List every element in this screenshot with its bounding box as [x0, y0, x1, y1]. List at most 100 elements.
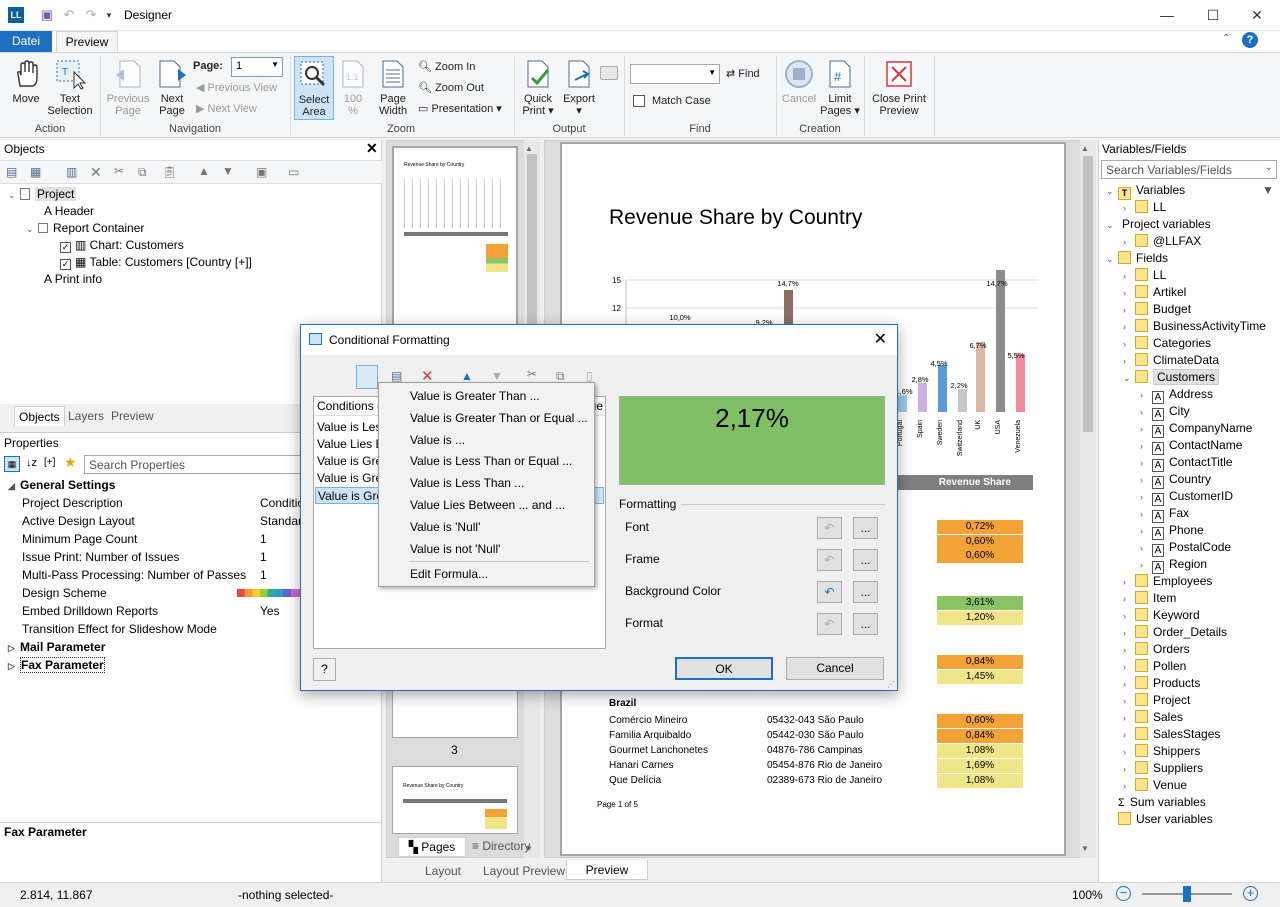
tree-item-chart-customers[interactable]: ✓ ▥ Chart: Customers	[60, 237, 184, 254]
cut-icon[interactable]: ✂	[527, 367, 537, 381]
zoom-out-icon[interactable]: −	[1116, 886, 1131, 901]
minimize-button[interactable]: —	[1144, 0, 1190, 31]
reset-format-button[interactable]: ↶	[817, 517, 842, 539]
edit-format-button[interactable]: ...	[853, 517, 878, 539]
printer-icon[interactable]	[600, 66, 618, 80]
close-icon[interactable]: ✕	[366, 140, 378, 157]
property-row[interactable]: Project Description Conditional	[22, 494, 320, 512]
page-number-select[interactable]: 1 ▼	[231, 57, 283, 77]
group-general-settings[interactable]: ◢ General Settings	[8, 477, 115, 494]
edit-condition-icon[interactable]: ▤	[391, 369, 402, 383]
scroll-thumb[interactable]	[527, 154, 537, 330]
export-button[interactable]: Export ▾	[561, 58, 597, 117]
previous-page-button[interactable]: Previous Page	[104, 58, 152, 117]
insert-object-icon[interactable]: ▦	[30, 165, 41, 179]
ok-button[interactable]: OK	[675, 657, 773, 680]
save-icon[interactable]: ▣	[38, 6, 56, 24]
zoom-in-button[interactable]: 🔍︎ Zoom In	[418, 60, 475, 73]
reset-format-button[interactable]: ↶	[817, 549, 842, 571]
scroll-up-icon[interactable]: ▲	[525, 144, 533, 153]
move-up-icon[interactable]: ▲	[461, 369, 473, 383]
find-button[interactable]: ⇄ Find	[726, 67, 760, 80]
menu-item-condition-type[interactable]: Value is Greater Than ...	[379, 386, 594, 407]
edit-format-button[interactable]: ...	[853, 549, 878, 571]
zoom-out-button[interactable]: 🔍︎ Zoom Out	[418, 81, 484, 94]
variable-tree-item[interactable]: › Orders	[1123, 641, 1190, 658]
tree-item-report-container[interactable]: ⌄ Report Container	[26, 220, 144, 237]
tab-file[interactable]: Datei	[0, 31, 52, 52]
variable-tree-item[interactable]: Σ Sum variables	[1106, 794, 1206, 811]
tab-preview-panel[interactable]: Preview	[111, 408, 154, 424]
new-condition-icon[interactable]	[356, 365, 378, 389]
search-properties-input[interactable]: Search Properties	[84, 455, 304, 474]
redo-icon[interactable]: ↷	[82, 6, 100, 24]
select-area-button[interactable]: Select Area	[294, 56, 334, 120]
variable-tree-item[interactable]: ⌄ Fields	[1106, 250, 1168, 267]
favorites-star-icon[interactable]: ★	[64, 454, 77, 471]
cancel-button[interactable]: Cancel	[786, 657, 884, 680]
find-input[interactable]: ▼	[630, 64, 720, 84]
tab-layout[interactable]: Layout	[410, 861, 476, 881]
variable-tree-item[interactable]: › A PostalCode	[1140, 539, 1231, 557]
next-page-button[interactable]: Next Page	[154, 58, 190, 117]
variable-tree-item[interactable]: › A Phone	[1140, 522, 1204, 540]
variable-tree-item[interactable]: › Suppliers	[1123, 760, 1203, 777]
variable-tree-item[interactable]: › LL	[1123, 199, 1166, 216]
variable-tree-item[interactable]: › A ContactTitle	[1140, 454, 1233, 472]
cut-icon[interactable]: ✂	[114, 164, 124, 178]
variable-tree-item[interactable]: ⌄ T Variables	[1106, 182, 1185, 200]
variable-tree-item[interactable]: › LL	[1123, 267, 1166, 284]
text-selection-button[interactable]: T Text Selection	[46, 58, 94, 117]
variable-tree-item[interactable]: › A Address	[1140, 386, 1213, 404]
move-down-icon[interactable]: ▼	[222, 164, 234, 178]
zoom-slider-thumb[interactable]	[1183, 886, 1191, 902]
reset-format-button[interactable]: ↶	[817, 581, 842, 603]
paste-icon[interactable]: ▯	[586, 369, 593, 383]
help-button[interactable]: ?	[313, 658, 336, 681]
checkbox-icon[interactable]: ✓	[60, 259, 71, 270]
copy-icon[interactable]: ⧉	[138, 165, 147, 180]
zoom-100-button[interactable]: 1:1 100 %	[337, 58, 369, 117]
variable-tree-item[interactable]: › A Fax	[1140, 505, 1189, 523]
cancel-creation-button[interactable]: Cancel	[780, 58, 818, 105]
close-button[interactable]: ✕	[1234, 0, 1280, 31]
property-row[interactable]: Multi-Pass Processing: Number of Passes 1	[22, 566, 302, 584]
filter-icon[interactable]: ▼	[1262, 183, 1274, 197]
variable-tree-item[interactable]: › Employees	[1123, 573, 1212, 590]
property-row[interactable]: Embed Drilldown Reports Yes	[22, 602, 302, 620]
variable-tree-item[interactable]: › @LLFAX	[1123, 233, 1201, 250]
tab-directory[interactable]: ≡ Directory	[472, 839, 530, 853]
match-case-checkbox[interactable]	[633, 95, 645, 107]
tab-preview[interactable]: Preview	[56, 31, 118, 52]
properties-icon[interactable]: ▥	[66, 165, 77, 179]
variable-tree-item[interactable]: ⌄ Project variables	[1106, 216, 1211, 233]
sort-alpha-icon[interactable]: ↓z	[26, 457, 37, 469]
tab-layout-preview[interactable]: Layout Preview	[482, 861, 566, 881]
variable-tree-item[interactable]: › Project	[1123, 692, 1190, 709]
group-mail-parameter[interactable]: ▷ Mail Parameter	[8, 639, 105, 656]
scroll-up-icon[interactable]: ▲	[1081, 144, 1089, 153]
variable-tree-item[interactable]: › Order_Details	[1123, 624, 1227, 641]
tab-pages[interactable]: ▚ Pages	[398, 837, 466, 857]
group-icon[interactable]: ▣	[256, 165, 267, 179]
menu-item-condition-type[interactable]: Value is 'Null'	[379, 517, 594, 538]
quick-print-button[interactable]: Quick Print ▾	[518, 58, 558, 117]
thumbnail-page-4[interactable]: Revenue Share by Country	[392, 766, 518, 834]
variable-tree-item[interactable]: › A Country	[1140, 471, 1211, 489]
tab-layers[interactable]: Layers	[68, 408, 104, 424]
variable-tree-item[interactable]: › Pollen	[1123, 658, 1186, 675]
thumbnail-page-3[interactable]	[392, 690, 518, 738]
property-row[interactable]: Transition Effect for Slideshow Mode	[22, 620, 302, 638]
preview-scrollbar[interactable]: ▲ ▼	[1080, 140, 1096, 858]
variable-tree-item[interactable]: › Venue	[1123, 777, 1187, 794]
menu-item-condition-type[interactable]: Value is ...	[379, 430, 594, 451]
menu-item-condition-type[interactable]: Value is Less Than ...	[379, 473, 594, 494]
resize-grip-icon[interactable]: ⋰	[887, 680, 895, 689]
edit-format-button[interactable]: ...	[853, 613, 878, 635]
search-variables-input[interactable]: Search Variables/Fields ⌄	[1101, 160, 1277, 179]
variable-tree-item[interactable]: › Item	[1123, 590, 1176, 607]
variable-tree-item[interactable]: › A CustomerID	[1140, 488, 1233, 506]
move-button[interactable]: Move	[8, 58, 44, 105]
categorized-icon[interactable]: ▦	[4, 456, 20, 472]
variable-tree-item[interactable]: › Products	[1123, 675, 1200, 692]
